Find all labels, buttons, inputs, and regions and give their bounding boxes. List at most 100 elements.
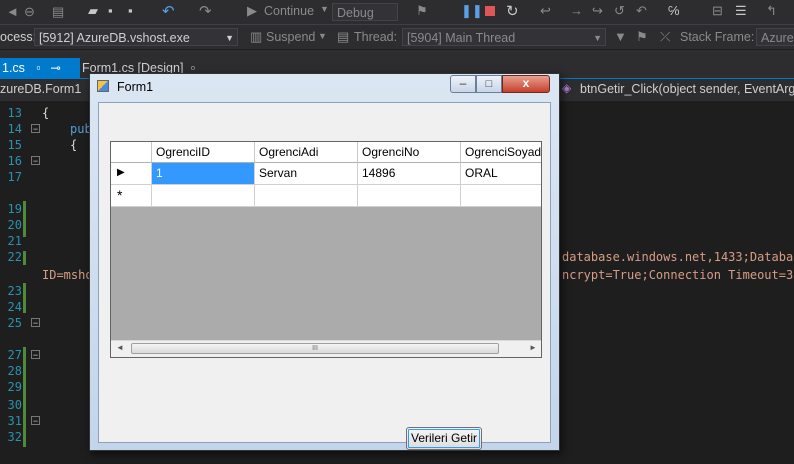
process-label: ocess:	[0, 30, 37, 44]
step-into-icon[interactable]: →	[570, 3, 583, 18]
back-icon[interactable]: ◄	[6, 4, 19, 19]
stop-icon[interactable]	[485, 6, 495, 16]
pause-icon[interactable]: ❚❚	[461, 3, 483, 19]
line-number: 29	[7, 380, 22, 394]
form1-window: Form1 – □ x OgrenciID OgrenciAdi Ogrenci…	[89, 73, 560, 451]
tab-form1-cs[interactable]: 1.cs ▫ ⊸ ✕	[0, 58, 80, 95]
save-icon[interactable]: ▪	[108, 3, 113, 18]
stack-frame-icon: ⤫	[660, 29, 671, 44]
code-line: {	[70, 138, 78, 152]
undo-icon[interactable]: ↶	[162, 2, 175, 20]
step-over-icon[interactable]: ↪	[592, 3, 603, 19]
line-number: 20	[7, 218, 22, 232]
thread-value: [5904] Main Thread	[407, 31, 516, 45]
line-number: 30	[7, 398, 22, 412]
save-all-icon[interactable]: ▪	[128, 3, 133, 18]
collapse-icon[interactable]: −	[31, 156, 40, 166]
grid-cell[interactable]: 1	[152, 163, 255, 185]
configuration-select[interactable]: Debug	[332, 3, 398, 21]
navigate-back-icon[interactable]: ↰	[766, 3, 777, 19]
column-header[interactable]: OgrenciSoyadi	[461, 142, 541, 163]
line-number: 16	[7, 154, 22, 168]
change-marker	[23, 283, 26, 313]
thread-icon: ▤	[337, 29, 350, 44]
new-project-icon[interactable]: ▤	[52, 4, 64, 20]
minimize-button[interactable]: –	[450, 75, 476, 93]
line-number: 28	[7, 364, 22, 378]
line-number: 25	[7, 316, 22, 330]
forward-icon[interactable]: ⊖	[24, 4, 35, 20]
thread-select[interactable]: [5904] Main Thread ▼	[402, 28, 606, 46]
line-number: 32	[7, 430, 22, 444]
collapse-icon[interactable]: −	[31, 350, 40, 360]
restart-icon[interactable]: ↻	[506, 2, 519, 20]
debug-location-bar: ocess: [5912] AzureDB.vshost.exe ▼ ▥ Sus…	[0, 25, 794, 49]
grid-cell[interactable]	[255, 185, 358, 207]
flag-icon[interactable]: ⚑	[636, 29, 648, 45]
close-button[interactable]: x	[502, 75, 550, 93]
process-value: [5912] AzureDB.vshost.exe	[39, 31, 190, 45]
line-number: 24	[7, 300, 22, 314]
lock-icon: ▫	[36, 61, 41, 75]
redo-icon[interactable]: ↷	[199, 2, 212, 20]
scroll-left-icon[interactable]: ◄	[116, 343, 124, 352]
continue-icon[interactable]: ▶	[247, 3, 257, 19]
suspend-button[interactable]: Suspend	[266, 30, 315, 44]
data-grid[interactable]: OgrenciID OgrenciAdi OgrenciNo OgrenciSo…	[110, 141, 542, 358]
scroll-thumb[interactable]: III	[131, 343, 499, 354]
scroll-right-icon[interactable]: ►	[529, 343, 537, 352]
grid-cell[interactable]	[461, 185, 541, 207]
type-dropdown[interactable]: zureDB.Form1	[0, 82, 81, 96]
method-icon: ◈	[562, 81, 572, 95]
row-header-new[interactable]: *	[111, 185, 152, 207]
line-number: 14	[7, 122, 22, 136]
horizontal-scrollbar[interactable]: ◄ III ►	[111, 340, 541, 357]
process-attach-icon[interactable]: ⚑	[416, 3, 428, 19]
open-icon[interactable]: ▰	[88, 3, 98, 19]
chevron-down-icon[interactable]: ▼	[318, 31, 327, 41]
change-marker	[23, 347, 26, 447]
collapse-icon[interactable]: −	[31, 318, 40, 328]
filter-icon[interactable]: ▼	[614, 29, 627, 44]
collapse-icon[interactable]: −	[31, 416, 40, 426]
line-number: 22	[7, 250, 22, 264]
maximize-button[interactable]: □	[476, 75, 502, 93]
line-number: 23	[7, 284, 22, 298]
grid-cell[interactable]	[358, 185, 461, 207]
line-number: 27	[7, 348, 22, 362]
verileri-getir-button[interactable]: Verileri Getir	[406, 427, 482, 450]
grid-cell[interactable]: 14896	[358, 163, 461, 185]
continue-button[interactable]: Continue	[264, 4, 314, 18]
app-icon	[97, 80, 109, 92]
step-back-icon[interactable]: ↶	[636, 3, 647, 19]
line-number: 17	[7, 170, 22, 184]
threads-icon[interactable]: ☰	[735, 3, 747, 19]
step-out-icon[interactable]: ↺	[614, 3, 625, 19]
column-header[interactable]: OgrenciAdi	[255, 142, 358, 163]
debug-toolbar: ◄ ⊖ ▤ ▰ ▪ ▪ ↶ ↷ ▶ Continue ▼ Debug ⚑ ❚❚ …	[0, 0, 794, 25]
grid-cell[interactable]: ORAL	[461, 163, 541, 185]
stack-frame-label: Stack Frame:	[680, 30, 755, 44]
process-select[interactable]: [5912] AzureDB.vshost.exe ▼	[34, 28, 238, 46]
hex-display-icon[interactable]: ℅	[668, 3, 680, 18]
grid-cell[interactable]	[152, 185, 255, 207]
member-dropdown[interactable]: btnGetir_Click(object sender, EventArgs	[580, 82, 794, 96]
column-header[interactable]: OgrenciNo	[358, 142, 461, 163]
line-number: 21	[7, 234, 22, 248]
thread-label: Thread:	[354, 30, 398, 44]
form-client-area: OgrenciID OgrenciAdi OgrenciNo OgrenciSo…	[98, 102, 551, 450]
collapse-icon[interactable]: −	[31, 124, 40, 134]
breakpoint-icon[interactable]: ⊟	[712, 3, 723, 19]
suspend-icon[interactable]: ▥	[250, 29, 262, 45]
column-header[interactable]: OgrenciID	[152, 142, 255, 163]
row-header-current[interactable]: ▶	[111, 163, 152, 185]
code-line: ncrypt=True;Connection Timeout=30	[562, 268, 794, 282]
stack-frame-select[interactable]: AzureD	[756, 28, 794, 46]
pin-icon[interactable]: ⊸	[50, 61, 60, 75]
chevron-down-icon[interactable]: ▼	[320, 4, 329, 14]
show-next-statement-icon[interactable]: ↩	[540, 3, 551, 19]
code-line: ID=msho	[42, 268, 93, 282]
line-number: 31	[7, 414, 22, 428]
grid-cell[interactable]: Servan	[255, 163, 358, 185]
code-line: database.windows.net,1433;Databas	[562, 250, 794, 264]
